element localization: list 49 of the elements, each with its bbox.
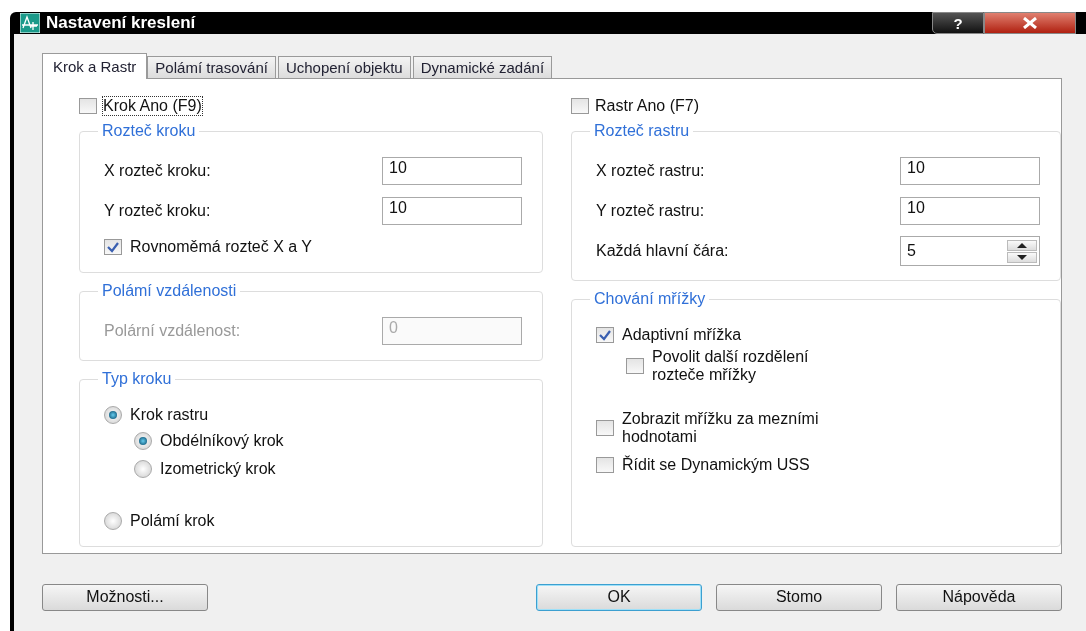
checkbox[interactable]: [79, 98, 97, 114]
dialog-button[interactable]: OK: [536, 583, 702, 611]
checkbox[interactable]: [596, 457, 614, 473]
input-field[interactable]: 10: [382, 197, 522, 225]
radio-button[interactable]: [134, 460, 152, 478]
spin-up-icon[interactable]: [1007, 239, 1037, 251]
spin-down-icon[interactable]: [1007, 251, 1037, 263]
dialog-button[interactable]: Možnosti...: [42, 583, 208, 611]
checkbox[interactable]: [104, 239, 122, 255]
field-label: X rozteč kroku:: [104, 162, 211, 180]
app-icon: [20, 13, 40, 33]
tab[interactable]: Dynamické zadání: [412, 56, 553, 78]
group-title: Typ kroku: [98, 370, 176, 388]
option-label: Adaptivní mřížka: [622, 326, 742, 344]
option-label: Řídit se Dynamickým USS: [622, 456, 810, 474]
group-title: Chování mřížky: [590, 290, 710, 308]
field-label: Y rozteč rastru:: [596, 202, 705, 220]
input-field[interactable]: 10: [900, 197, 1040, 225]
close-button[interactable]: [984, 12, 1076, 34]
spinner-field[interactable]: 5: [900, 236, 1040, 266]
input-field[interactable]: 10: [900, 157, 1040, 185]
option-label: Polámí krok: [130, 512, 215, 530]
input-field[interactable]: 10: [382, 157, 522, 185]
field-label: Polární vzdálenost:: [104, 322, 241, 340]
radio-button[interactable]: [134, 432, 152, 450]
option-label: Krok rastru: [130, 406, 209, 424]
dialog-button[interactable]: Stomo: [716, 583, 882, 611]
option-label: Izometrický krok: [160, 460, 276, 478]
option-label: Povolit další rozdělení rozteče mřížky: [652, 348, 809, 384]
option-label: Krok Ano (F9): [103, 97, 202, 115]
field-label: X rozteč rastru:: [596, 162, 705, 180]
tab[interactable]: Uchopení objektu: [277, 56, 411, 78]
field-label: Každá hlavní čára:: [596, 242, 729, 260]
option-label: Rovnoměmá rozteč X a Y: [130, 238, 312, 256]
checkbox[interactable]: [596, 327, 614, 343]
field-label: Y rozteč kroku:: [104, 202, 211, 220]
checkbox[interactable]: [626, 358, 644, 374]
checkbox[interactable]: [571, 98, 589, 114]
help-button[interactable]: ?: [932, 12, 984, 34]
option-label: Zobrazit mřížku za mezními hodnotami: [622, 410, 819, 446]
radio-button[interactable]: [104, 512, 122, 530]
tab[interactable]: Krok a Rastr: [42, 53, 148, 79]
option-label: Rastr Ano (F7): [595, 97, 700, 115]
tab[interactable]: Polámí trasování: [147, 56, 276, 78]
window-title: Nastavení kreslení: [46, 13, 196, 33]
radio-button[interactable]: [104, 406, 122, 424]
checkbox[interactable]: [596, 420, 614, 436]
dialog-button[interactable]: Nápověda: [896, 583, 1062, 611]
option-label: Obdélníkový krok: [160, 432, 284, 450]
